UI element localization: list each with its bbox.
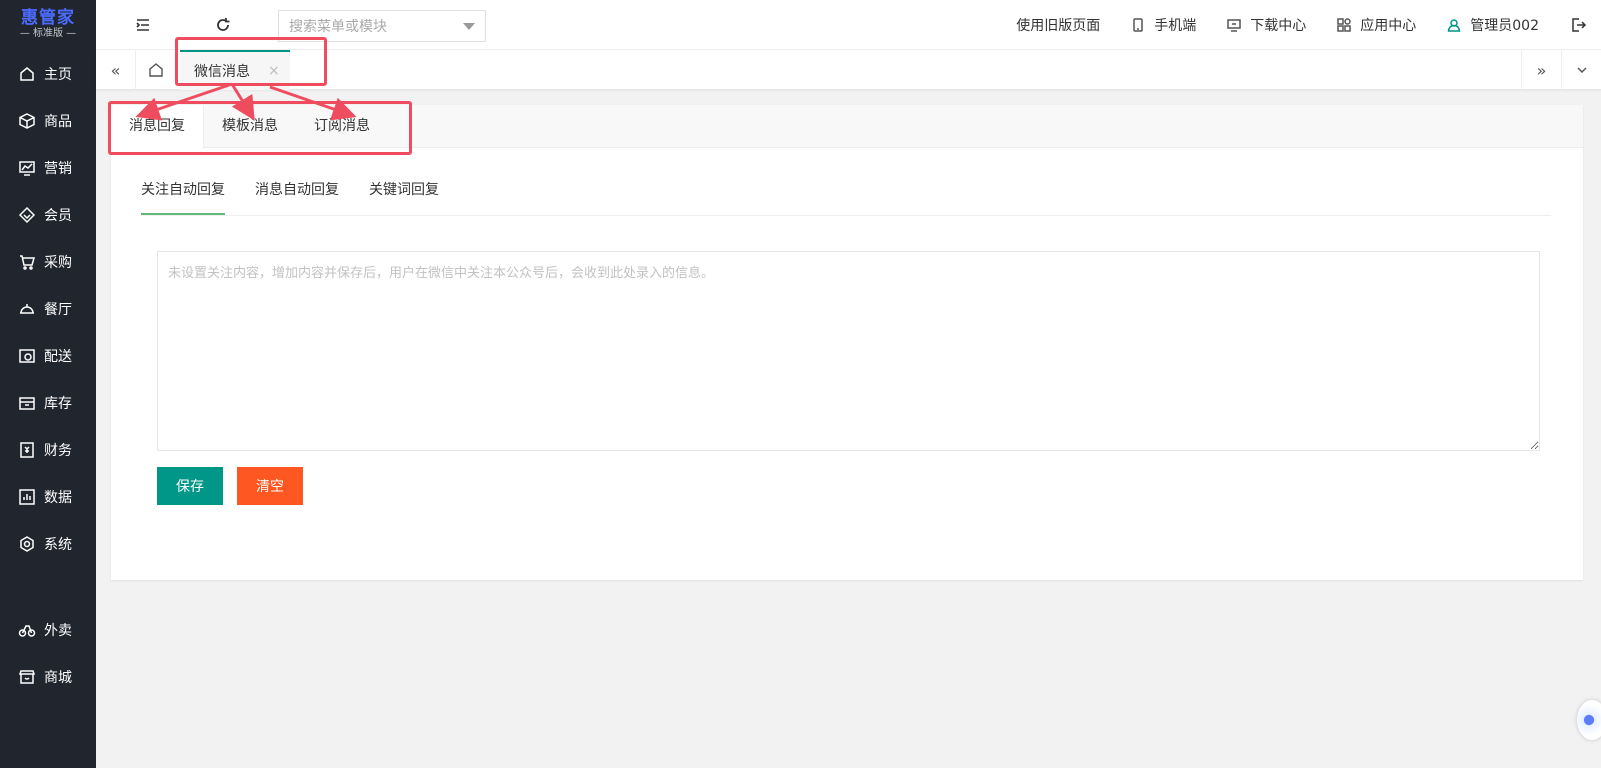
sidebar-item-data[interactable]: 数据 — [0, 477, 96, 517]
sidebar-item-finance[interactable]: 财务 — [0, 430, 96, 470]
sidebar-item-label: 数据 — [44, 490, 72, 506]
menu-toggle-icon[interactable] — [134, 16, 152, 34]
follow-reply-textarea[interactable] — [157, 251, 1540, 451]
menu-search-select[interactable]: 搜索菜单或模块 — [278, 10, 486, 42]
sidebar-item-goods[interactable]: 商品 — [0, 101, 96, 141]
diamond-icon — [18, 206, 36, 224]
assistant-float-icon[interactable] — [1577, 700, 1601, 740]
app-center-link[interactable]: 应用中心 — [1336, 15, 1416, 35]
box-icon — [19, 113, 35, 129]
delivery-icon — [19, 349, 35, 363]
content-card: 消息回复 模板消息 订阅消息 关注自动回复 消息自动回复 关键词回复 保存 清空 — [111, 105, 1583, 580]
clear-button[interactable]: 清空 — [237, 467, 303, 505]
tab-template-message[interactable]: 模板消息 — [204, 105, 296, 148]
header-links: 使用旧版页面 手机端 下载中心 应用中心 管理员002 — [1016, 0, 1601, 50]
home-tab[interactable] — [136, 50, 176, 90]
page-tabs-bar: « 微信消息 × » — [96, 50, 1601, 90]
sidebar-item-label: 商城 — [44, 670, 72, 686]
home-icon — [149, 63, 163, 77]
chevron-down-icon — [1576, 67, 1587, 74]
tabs-scroll-right-button[interactable]: » — [1521, 50, 1561, 90]
sidebar-item-restaurant[interactable]: 餐厅 — [0, 289, 96, 329]
inventory-icon — [19, 397, 35, 410]
tab-wechat-message[interactable]: 微信消息 × — [180, 50, 290, 90]
sidebar-item-label: 餐厅 — [44, 302, 72, 318]
user-icon — [1448, 19, 1461, 32]
logout-icon[interactable] — [1569, 16, 1587, 34]
chart-icon — [19, 161, 35, 176]
close-icon[interactable]: × — [268, 63, 280, 79]
sidebar: 惠管家 — 标准版 — 主页 商品 营销 会员 采购 餐厅 配送 库存 财务 数… — [0, 0, 96, 768]
chevron-down-icon — [463, 23, 475, 30]
tab-keyword-reply[interactable]: 关键词回复 — [369, 179, 439, 215]
sidebar-item-takeaway[interactable]: 外卖 — [0, 610, 96, 650]
reply-type-tabs: 关注自动回复 消息自动回复 关键词回复 — [141, 179, 1551, 216]
sidebar-item-marketing[interactable]: 营销 — [0, 148, 96, 188]
tab-follow-auto-reply[interactable]: 关注自动回复 — [141, 179, 225, 215]
download-center-label: 下载中心 — [1250, 18, 1307, 34]
old-version-link[interactable]: 使用旧版页面 — [1016, 15, 1100, 35]
double-chevron-left-icon: « — [110, 60, 121, 80]
tab-message-reply[interactable]: 消息回复 — [111, 105, 204, 149]
sidebar-item-label: 营销 — [44, 161, 72, 177]
top-header: 搜索菜单或模块 使用旧版页面 手机端 下载中心 应用中心 管理员002 — [96, 0, 1601, 50]
message-type-tabs: 消息回复 模板消息 订阅消息 — [111, 105, 1583, 149]
logo-edition: — 标准版 — — [19, 28, 77, 39]
search-placeholder: 搜索菜单或模块 — [289, 19, 387, 35]
mobile-link[interactable]: 手机端 — [1130, 15, 1196, 35]
save-button[interactable]: 保存 — [157, 467, 223, 505]
cart-icon — [20, 255, 35, 270]
monitor-icon — [1227, 19, 1242, 32]
logo-name: 惠管家 — [21, 8, 75, 28]
sidebar-item-mall[interactable]: 商城 — [0, 657, 96, 697]
user-menu[interactable]: 管理员002 — [1446, 15, 1539, 35]
settings-icon — [20, 536, 34, 552]
mobile-label: 手机端 — [1154, 18, 1197, 34]
home-icon — [20, 67, 34, 81]
user-name: 管理员002 — [1470, 18, 1539, 34]
tab-message-auto-reply[interactable]: 消息自动回复 — [255, 179, 339, 215]
sidebar-item-delivery[interactable]: 配送 — [0, 336, 96, 376]
app-center-label: 应用中心 — [1360, 18, 1417, 34]
sidebar-item-label: 会员 — [44, 208, 72, 224]
bike-icon — [18, 625, 36, 637]
sidebar-item-purchase[interactable]: 采购 — [0, 242, 96, 282]
store-icon — [18, 670, 36, 684]
tabs-more-button[interactable] — [1561, 50, 1601, 90]
old-version-label: 使用旧版页面 — [1016, 18, 1101, 34]
mobile-icon — [1133, 18, 1144, 32]
sidebar-item-label: 采购 — [44, 255, 72, 271]
tab-subscribe-message[interactable]: 订阅消息 — [296, 105, 388, 148]
sidebar-item-label: 库存 — [44, 396, 72, 412]
sidebar-item-inventory[interactable]: 库存 — [0, 383, 96, 423]
refresh-icon[interactable] — [214, 16, 232, 34]
apps-icon — [1337, 18, 1352, 32]
finance-icon — [20, 442, 34, 458]
sidebar-item-label: 外卖 — [44, 623, 72, 639]
tab-label: 微信消息 — [194, 64, 250, 80]
dish-icon — [20, 304, 34, 314]
sidebar-item-label: 商品 — [44, 114, 72, 130]
data-icon — [19, 489, 35, 505]
sidebar-item-label: 系统 — [44, 537, 72, 553]
sidebar-item-label: 财务 — [44, 443, 72, 459]
logo[interactable]: 惠管家 — 标准版 — — [0, 0, 96, 48]
double-chevron-right-icon: » — [1536, 60, 1547, 80]
sidebar-item-system[interactable]: 系统 — [0, 524, 96, 564]
sidebar-item-member[interactable]: 会员 — [0, 195, 96, 235]
sidebar-item-label: 主页 — [44, 67, 72, 83]
sidebar-item-label: 配送 — [44, 349, 72, 365]
tabs-scroll-left-button[interactable]: « — [96, 50, 136, 90]
sidebar-item-home[interactable]: 主页 — [0, 54, 96, 94]
download-center-link[interactable]: 下载中心 — [1226, 15, 1306, 35]
